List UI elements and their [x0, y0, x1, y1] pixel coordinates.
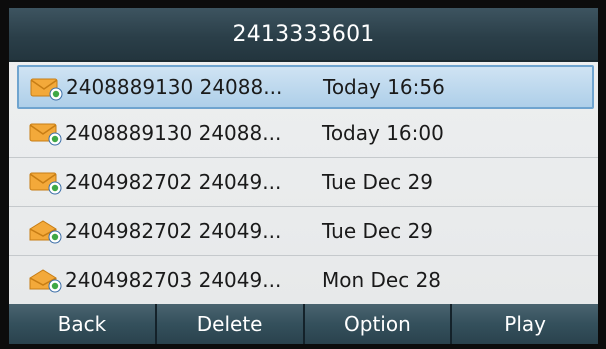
- voicemail-opened-icon: [29, 269, 62, 293]
- page-title: 2413333601: [232, 21, 375, 47]
- list-item[interactable]: 2408889130 24088... Today 16:56: [17, 65, 594, 109]
- softkey-bar: Back Delete Option Play: [9, 304, 598, 344]
- title-bar: 2413333601: [9, 8, 598, 62]
- voicemail-opened-icon: [29, 220, 62, 244]
- list-item[interactable]: 2404982702 24049... Tue Dec 29: [9, 158, 598, 207]
- message-date: Tue Dec 29: [322, 170, 434, 194]
- list-item[interactable]: 2404982702 24049... Tue Dec 29: [9, 207, 598, 256]
- caller-number: 2404982702 24049...: [65, 219, 282, 243]
- voicemail-envelope-icon: [30, 78, 63, 101]
- voicemail-envelope-icon: [29, 123, 62, 146]
- list-item[interactable]: 2408889130 24088... Today 16:00: [9, 109, 598, 158]
- option-button[interactable]: Option: [304, 304, 453, 344]
- message-date: Today 16:56: [323, 75, 445, 99]
- message-date: Mon Dec 28: [322, 268, 442, 292]
- message-date: Tue Dec 29: [322, 219, 434, 243]
- back-button[interactable]: Back: [9, 304, 157, 344]
- caller-number: 2404982702 24049...: [65, 170, 282, 194]
- phone-display-frame: 2413333601 2408889130 24088... Today 16:…: [0, 0, 606, 349]
- voicemail-envelope-icon: [29, 172, 62, 195]
- play-button[interactable]: Play: [452, 304, 598, 344]
- voicemail-list: 2408889130 24088... Today 16:56 24088891…: [9, 62, 598, 305]
- caller-number: 2408889130 24088...: [65, 121, 282, 145]
- caller-number: 2408889130 24088...: [66, 75, 283, 99]
- caller-number: 2404982703 24049...: [65, 268, 282, 292]
- list-item[interactable]: 2404982703 24049... Mon Dec 28: [9, 256, 598, 305]
- delete-button[interactable]: Delete: [156, 304, 305, 344]
- message-date: Today 16:00: [322, 121, 444, 145]
- phone-screen: 2413333601 2408889130 24088... Today 16:…: [9, 8, 598, 344]
